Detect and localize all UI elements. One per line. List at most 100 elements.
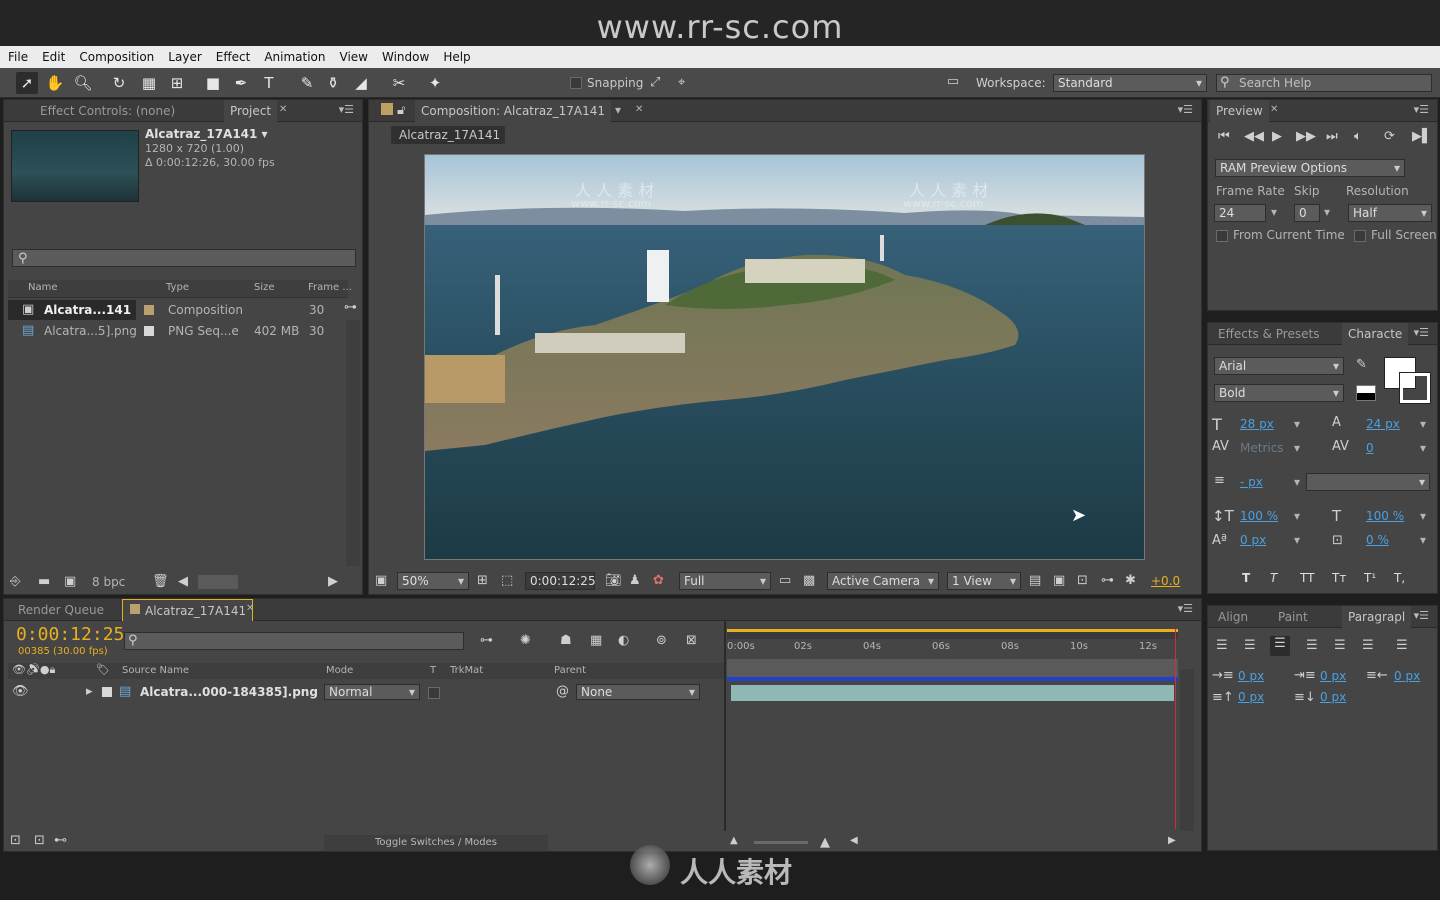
expand-layer-icon[interactable]: ⊡	[34, 833, 45, 848]
stroke-width-value[interactable]: - px	[1240, 475, 1263, 489]
trash-icon[interactable]: 🗑︎	[152, 574, 169, 589]
col-source-name[interactable]: Source Name	[122, 665, 189, 676]
safe-zones-icon[interactable]: ⊞	[477, 573, 488, 588]
preview-resolution-select[interactable]: Half	[1348, 204, 1432, 222]
preserve-transparency-checkbox[interactable]	[428, 687, 440, 699]
scrollbar[interactable]	[1180, 669, 1194, 831]
tab-paint[interactable]: Paint	[1272, 606, 1314, 628]
indent-left-value[interactable]: 0 px	[1238, 669, 1264, 683]
region-of-interest-icon[interactable]: ▭	[779, 573, 791, 588]
workspace-mode-icon[interactable]: ▭	[940, 74, 966, 89]
chevron-down-icon[interactable]: ▾	[1294, 417, 1300, 431]
kerning-value[interactable]: Metrics	[1240, 441, 1284, 455]
roto-brush-tool-icon[interactable]: ✂	[388, 72, 410, 94]
snap-edges-icon[interactable]: ⤢	[650, 75, 660, 90]
frame-blending-icon[interactable]: ▦	[590, 633, 602, 648]
justify-right-icon[interactable]: ☰	[1362, 638, 1374, 653]
indent-first-value[interactable]: 0 px	[1320, 669, 1346, 683]
project-item-name[interactable]: Alcatraz_17A141 ▾	[145, 127, 268, 141]
parent-select[interactable]: None	[576, 684, 700, 700]
label-color-swatch[interactable]	[144, 305, 154, 315]
flowchart-icon[interactable]: ⊶	[1101, 573, 1114, 588]
first-frame-icon[interactable]: ⏮	[1218, 129, 1230, 144]
full-screen-checkbox[interactable]	[1354, 230, 1366, 242]
workspace-select[interactable]: Standard	[1053, 74, 1207, 92]
superscript-button[interactable]: T¹	[1364, 571, 1376, 585]
previous-frame-icon[interactable]: ◀◀	[1244, 129, 1264, 144]
scroll-thumb[interactable]	[198, 575, 238, 589]
col-type[interactable]: Type	[166, 282, 189, 293]
brainstorm-icon[interactable]: ⊚	[656, 633, 667, 648]
label-color-swatch[interactable]	[102, 687, 112, 697]
font-style-select[interactable]: Bold	[1214, 384, 1344, 402]
transfer-controls-icon[interactable]: ⊷	[54, 833, 67, 848]
playhead[interactable]	[1174, 629, 1176, 829]
col-name[interactable]: Name	[28, 282, 58, 293]
render-time-icon[interactable]: ⊡	[10, 833, 21, 848]
toggle-switches-modes-button[interactable]: Toggle Switches / Modes	[324, 835, 548, 851]
tab-timeline-comp[interactable]: Alcatraz_17A141	[122, 599, 254, 621]
menu-window[interactable]: Window	[382, 50, 429, 64]
ram-preview-options-select[interactable]: RAM Preview Options	[1215, 159, 1405, 177]
chevron-down-icon[interactable]: ▾	[1420, 533, 1426, 547]
col-frame[interactable]: Frame ...	[308, 282, 352, 293]
search-help-input[interactable]: Search Help	[1216, 74, 1432, 92]
panel-menu-icon[interactable]: ▾☰	[1178, 602, 1193, 615]
ram-preview-icon[interactable]: ▶▌	[1412, 129, 1432, 144]
toggle-pixel-aspect-icon[interactable]: ▤	[1029, 573, 1041, 588]
snapping-checkbox[interactable]	[570, 77, 582, 89]
lock-icon[interactable]: 🔓︎	[397, 103, 405, 118]
close-icon[interactable]: ✕	[246, 603, 254, 614]
tab-character[interactable]: Characte	[1342, 323, 1409, 345]
panel-menu-icon[interactable]: ▾☰	[1414, 326, 1429, 339]
tab-paragraph[interactable]: Paragrapl	[1342, 606, 1412, 628]
fast-previews-icon[interactable]: ▣	[1053, 573, 1065, 588]
col-t[interactable]: T	[430, 665, 436, 676]
pickwhip-icon[interactable]: @	[556, 684, 569, 699]
menu-edit[interactable]: Edit	[42, 50, 65, 64]
small-caps-button[interactable]: Tт	[1332, 571, 1346, 585]
skip-input[interactable]: 0	[1294, 204, 1320, 222]
eye-icon[interactable]: 👁︎	[12, 684, 29, 699]
zoom-in-icon[interactable]: ▲	[820, 835, 830, 850]
motion-blur-icon[interactable]: ◐	[618, 633, 629, 648]
zoom-select[interactable]: 50%	[397, 572, 469, 590]
loop-icon[interactable]: ⟳	[1384, 129, 1395, 144]
blend-mode-select[interactable]: Normal	[324, 684, 420, 700]
shy-layers-icon[interactable]: ☗	[560, 633, 572, 648]
scroll-right-icon[interactable]: ▶	[1168, 835, 1176, 846]
tab-align[interactable]: Align	[1212, 606, 1254, 628]
work-area-bar[interactable]	[727, 629, 1178, 639]
justify-left-icon[interactable]: ☰	[1306, 638, 1318, 653]
menu-layer[interactable]: Layer	[168, 50, 201, 64]
stroke-type-select[interactable]	[1306, 473, 1430, 491]
space-before-value[interactable]: 0 px	[1238, 690, 1264, 704]
scroll-right-icon[interactable]: ▶	[328, 574, 338, 589]
chevron-down-icon[interactable]: ▾	[1294, 509, 1300, 523]
channel-icon[interactable]: ✿	[653, 573, 664, 588]
zoom-slider[interactable]	[754, 841, 808, 844]
close-icon[interactable]: ✕	[1270, 104, 1278, 115]
panel-menu-icon[interactable]: ▾☰	[1414, 609, 1429, 622]
layer-search-input[interactable]	[124, 632, 464, 650]
menu-view[interactable]: View	[340, 50, 368, 64]
show-snapshot-icon[interactable]: ♟	[629, 573, 641, 588]
chevron-down-icon[interactable]: ▾	[1420, 417, 1426, 431]
composition-viewer[interactable]: 人 人 素 材 www.rr-sc.com 人 人 素 材 www.rr-sc.…	[424, 154, 1145, 560]
tab-preview[interactable]: Preview	[1210, 100, 1269, 122]
tab-effects-presets[interactable]: Effects & Presets	[1212, 323, 1325, 345]
tracking-value[interactable]: 0	[1366, 441, 1374, 455]
current-time-field[interactable]: 0:00:12:25	[525, 572, 596, 590]
zoom-out-icon[interactable]: ▲	[730, 835, 738, 846]
faux-italic-button[interactable]: T	[1270, 571, 1277, 585]
pan-behind-tool-icon[interactable]: ⊞	[166, 72, 188, 94]
chevron-down-icon[interactable]: ▾	[1420, 509, 1426, 523]
zoom-tool-icon[interactable]: 🔍︎	[72, 72, 94, 94]
audio-icon[interactable]: 🔈︎	[1354, 129, 1362, 144]
chevron-down-icon[interactable]: ▾	[1271, 205, 1277, 219]
close-icon[interactable]: ✕	[635, 104, 643, 115]
clone-stamp-tool-icon[interactable]: ⚱	[322, 72, 344, 94]
pen-tool-icon[interactable]: ✒	[230, 72, 252, 94]
eraser-tool-icon[interactable]: ◢	[350, 72, 372, 94]
faux-bold-button[interactable]: T	[1242, 571, 1250, 585]
